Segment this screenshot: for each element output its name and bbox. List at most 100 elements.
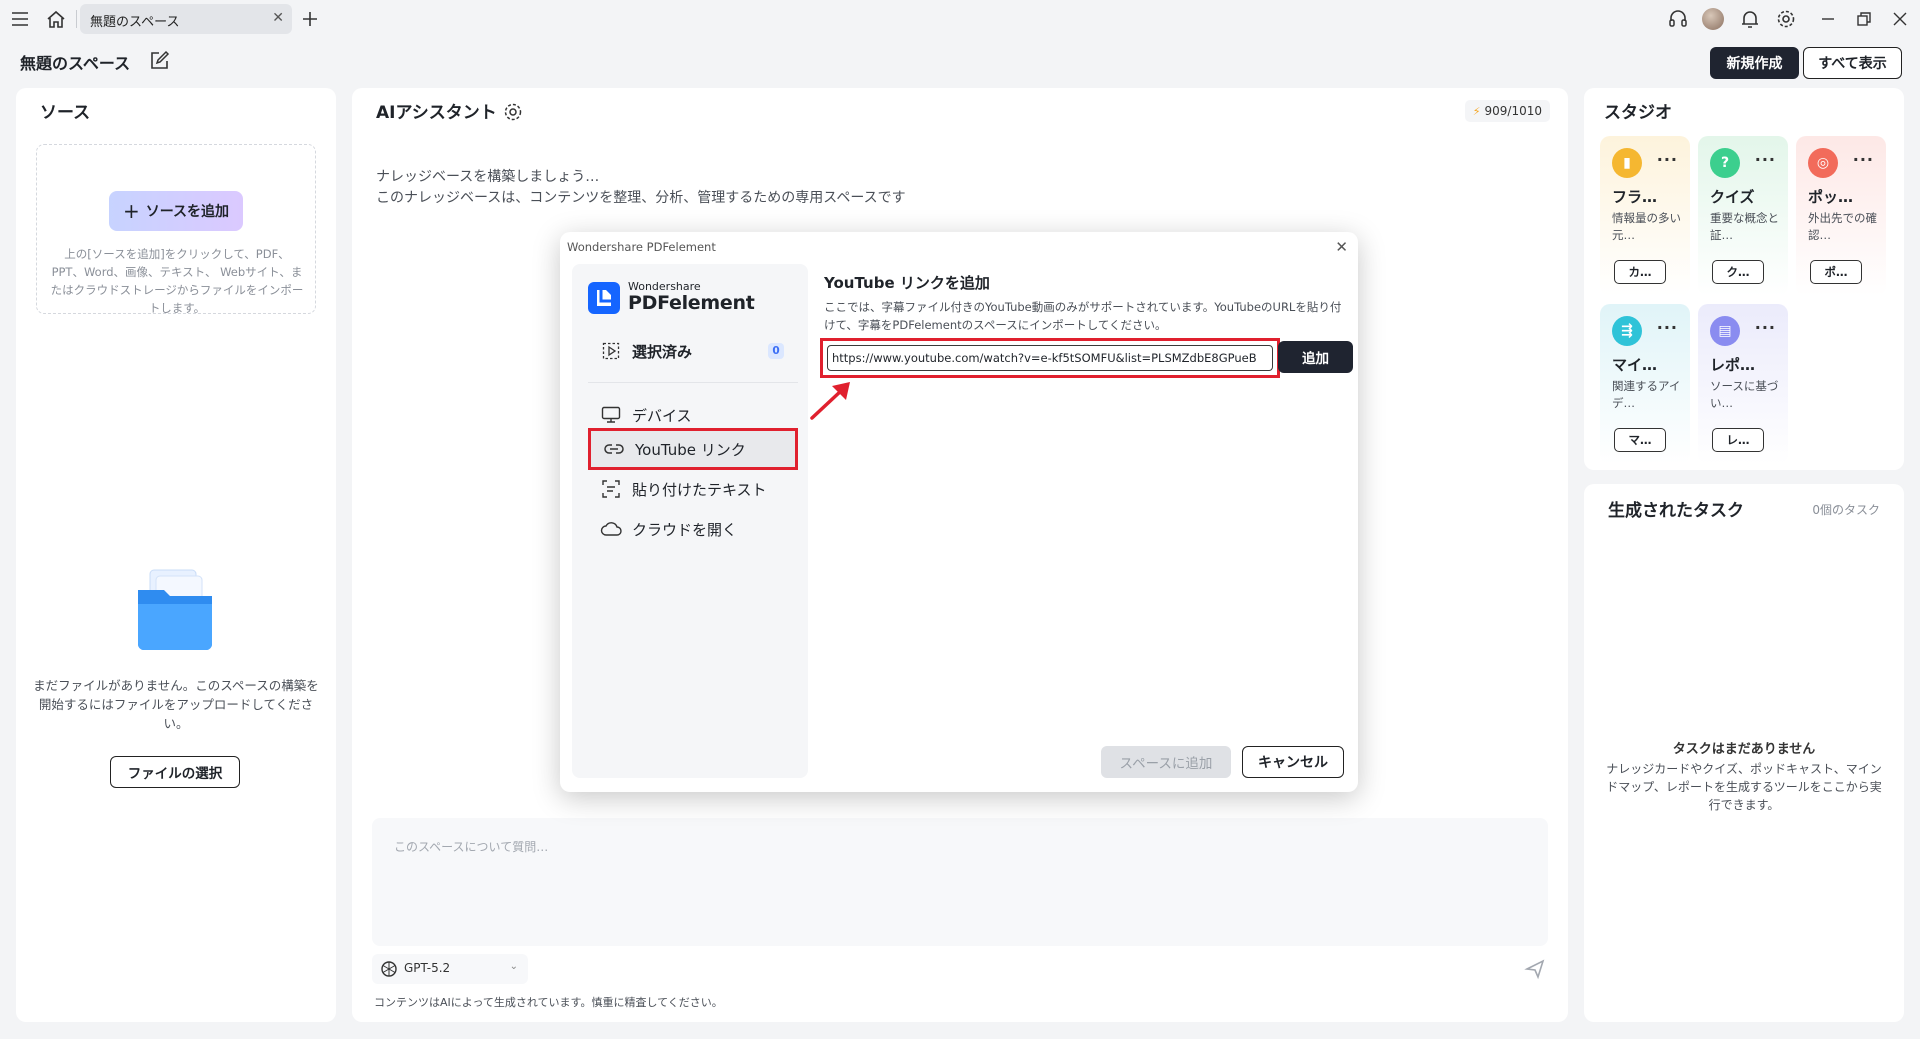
add-source-button[interactable]: + ソースを追加 xyxy=(109,191,243,231)
tasks-title: 生成されたタスク xyxy=(1608,501,1744,521)
card-button[interactable]: レ… xyxy=(1712,428,1764,452)
more-icon[interactable]: ··· xyxy=(1853,150,1874,169)
studio-card[interactable]: ◎ ··· ポッ… 外出先での確認… ポ… xyxy=(1796,136,1886,296)
sidebar-item-selected[interactable]: 選択済み 0 xyxy=(588,334,798,368)
settings-icon[interactable] xyxy=(502,101,524,123)
card-button[interactable]: マ… xyxy=(1614,428,1666,452)
sidebar-item-device[interactable]: デバイス xyxy=(588,398,798,432)
bolt-icon: ⚡ xyxy=(1472,104,1481,118)
sidebar-item-label: YouTube リンク xyxy=(635,440,746,459)
dialog-sidebar: Wondershare PDFelement 選択済み 0 デバイス YouTu… xyxy=(572,264,808,778)
mindmap-icon: ⇶ xyxy=(1612,316,1642,346)
menu-icon[interactable] xyxy=(8,7,32,31)
send-icon[interactable] xyxy=(1524,958,1546,980)
add-to-space-button[interactable]: スペースに追加 xyxy=(1101,746,1231,778)
tasks-empty-desc: ナレッジカードやクイズ、ポッドキャスト、マインドマップ、レポートを生成するツール… xyxy=(1606,762,1882,812)
studio-card[interactable]: ▤ ··· レポ… ソースに基づい… レ… xyxy=(1698,304,1788,464)
tab-space[interactable]: 無題のスペース ✕ xyxy=(80,4,292,34)
edit-icon[interactable] xyxy=(148,50,170,72)
gear-icon[interactable] xyxy=(1774,7,1798,31)
openai-icon xyxy=(380,960,398,978)
bell-icon[interactable] xyxy=(1738,7,1762,31)
sources-panel: ソース + ソースを追加 上の[ソースを追加]をクリックして、PDF、PPT、W… xyxy=(16,88,336,1022)
youtube-dialog-title: YouTube リンクを追加 xyxy=(824,274,990,292)
card-title: クイズ xyxy=(1710,188,1755,206)
cancel-button[interactable]: キャンセル xyxy=(1242,746,1344,778)
annotation-arrow xyxy=(810,382,850,420)
assistant-title: AIアシスタント xyxy=(376,103,497,123)
sidebar-item-label: 貼り付けたテキスト xyxy=(632,480,767,499)
home-icon[interactable] xyxy=(44,7,68,31)
intro-line-2: このナレッジベースは、コンテンツを整理、分析、管理するための専用スペースです xyxy=(376,190,906,206)
divider xyxy=(76,10,77,28)
card-desc: 情報量の多い元… xyxy=(1612,211,1681,242)
drop-zone[interactable]: + ソースを追加 上の[ソースを追加]をクリックして、PDF、PPT、Word、… xyxy=(36,144,316,315)
sidebar-item-youtube-link[interactable]: YouTube リンク xyxy=(588,428,798,470)
restore-icon[interactable] xyxy=(1852,7,1876,31)
card-button[interactable]: ポ… xyxy=(1810,260,1862,284)
folder-icon xyxy=(132,566,218,652)
task-count: 0個のタスク xyxy=(1812,503,1880,517)
plus-icon[interactable] xyxy=(298,7,322,31)
card-button[interactable]: ク… xyxy=(1712,260,1764,284)
card-desc: 重要な概念と証… xyxy=(1710,211,1779,242)
flashcard-icon: ▮ xyxy=(1612,148,1642,178)
intro-line-1: ナレッジベースを構築しましょう… xyxy=(376,169,600,185)
card-title: ポッ… xyxy=(1808,188,1854,206)
model-selector[interactable]: GPT-5.2 ⌄ xyxy=(372,954,528,984)
select-file-button[interactable]: ファイルの選択 xyxy=(110,756,240,788)
minimize-icon[interactable] xyxy=(1816,7,1840,31)
close-icon[interactable]: ✕ xyxy=(272,10,284,26)
view-all-button[interactable]: すべて表示 xyxy=(1803,47,1902,79)
add-source-hint: 上の[ソースを追加]をクリックして、PDF、PPT、Word、画像、テキスト、 … xyxy=(50,247,304,315)
divider xyxy=(588,382,798,383)
card-title: レポ… xyxy=(1710,356,1756,374)
more-icon[interactable]: ··· xyxy=(1657,150,1678,169)
studio-card[interactable]: ⇶ ··· マイ… 関連するアイデ… マ… xyxy=(1600,304,1690,464)
more-icon[interactable]: ··· xyxy=(1755,318,1776,337)
studio-card[interactable]: ? ··· クイズ重要な概念と証… ク… xyxy=(1698,136,1788,296)
youtube-url-input[interactable] xyxy=(827,345,1273,371)
chevron-down-icon: ⌄ xyxy=(509,961,518,972)
sidebar-item-open-cloud[interactable]: クラウドを開く xyxy=(588,512,798,546)
card-title: マイ… xyxy=(1612,356,1658,374)
sidebar-item-pasted-text[interactable]: 貼り付けたテキスト xyxy=(588,472,798,506)
selected-label: 選択済み xyxy=(632,342,693,361)
card-desc: 関連するアイデ… xyxy=(1612,379,1681,410)
card-desc: ソースに基づい… xyxy=(1710,379,1779,410)
quiz-icon: ? xyxy=(1710,148,1740,178)
avatar[interactable] xyxy=(1702,8,1724,30)
link-icon xyxy=(603,438,625,460)
close-window-icon[interactable] xyxy=(1888,7,1912,31)
close-icon[interactable]: ✕ xyxy=(1335,238,1348,256)
add-source-dialog: Wondershare PDFelement ✕ Wondershare PDF… xyxy=(560,232,1358,792)
report-icon: ▤ xyxy=(1710,316,1740,346)
card-desc: 外出先での確認… xyxy=(1808,211,1877,242)
tasks-panel: 生成されたタスク 0個のタスク タスクはまだありません ナレッジカードやクイズ、… xyxy=(1584,484,1904,1022)
studio-card[interactable]: ▮ ··· フラ… 情報量の多い元… カ… xyxy=(1600,136,1690,296)
title-bar: 無題のスペース ✕ xyxy=(0,0,1920,38)
empty-message: まだファイルがありません。このスペースの構築を開始するにはファイルをアップロード… xyxy=(33,678,319,731)
selection-icon xyxy=(600,340,622,362)
chat-placeholder: このスペースについて質問… xyxy=(394,840,549,854)
add-url-button[interactable]: 追加 xyxy=(1278,341,1353,373)
podcast-icon: ◎ xyxy=(1808,148,1838,178)
more-icon[interactable]: ··· xyxy=(1755,150,1776,169)
sources-title: ソース xyxy=(40,103,91,123)
new-button[interactable]: 新規作成 xyxy=(1710,47,1799,79)
credits-badge: ⚡ 909/1010 xyxy=(1464,100,1550,122)
chat-input[interactable]: このスペースについて質問… xyxy=(372,818,1548,946)
youtube-dialog-desc: ここでは、字幕ファイル付きのYouTube動画のみがサポートされています。You… xyxy=(824,300,1342,332)
ai-disclaimer: コンテンツはAIによって生成されています。慎重に精査してください。 xyxy=(374,996,723,1009)
card-button[interactable]: カ… xyxy=(1614,260,1666,284)
logo-product: PDFelement xyxy=(628,292,755,314)
studio-panel: スタジオ ▮ ··· フラ… 情報量の多い元… カ…? ··· クイズ 重要な概念と証… ク… ◎… xyxy=(1584,88,1904,470)
space-title: 無題のスペース xyxy=(20,54,131,73)
model-label: GPT-5.2 xyxy=(404,961,451,975)
sidebar-item-label: デバイス xyxy=(632,406,692,425)
more-icon[interactable]: ··· xyxy=(1657,318,1678,337)
headset-icon[interactable] xyxy=(1666,7,1690,31)
sidebar-item-label: クラウドを開く xyxy=(632,520,738,539)
url-highlight xyxy=(820,338,1280,378)
plus-icon: + xyxy=(122,199,140,223)
